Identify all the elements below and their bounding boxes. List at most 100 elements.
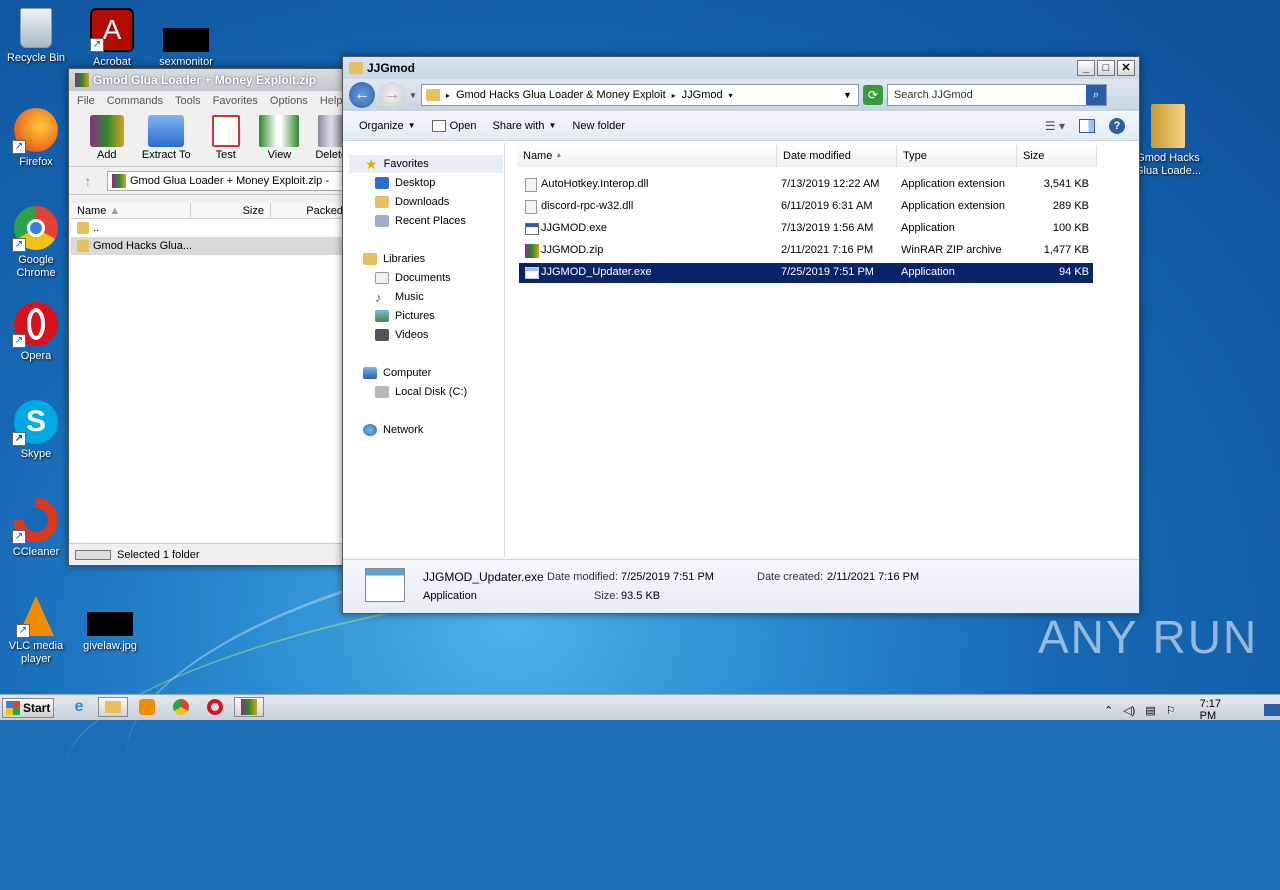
list-item[interactable]: Gmod Hacks Glua... — [71, 237, 347, 255]
add-button[interactable]: Add — [87, 115, 127, 166]
open-button[interactable]: Open — [424, 114, 485, 138]
show-hidden-icons-icon[interactable]: ⌃ — [1104, 704, 1113, 717]
view-button[interactable]: View — [259, 115, 300, 166]
nav-computer[interactable]: Computer — [363, 364, 431, 382]
command-bar: Organize ▼ Open Share with ▼ New folder ☰ … — [343, 111, 1139, 141]
nav-libraries[interactable]: Libraries — [363, 250, 425, 268]
column-name[interactable]: Name ▲ — [71, 203, 191, 218]
folder-icon — [349, 62, 363, 74]
desktop-icon-label: givelaw.jpg — [83, 640, 137, 652]
star-icon: ★ — [365, 155, 378, 172]
taskbar-winrar-button[interactable] — [234, 697, 264, 717]
file-row[interactable]: discord-rpc-w32.dll 6/11/2019 6:31 AM Ap… — [519, 197, 1093, 217]
volume-icon[interactable]: ◁) — [1123, 704, 1135, 717]
desktop-icon-ccleaner[interactable]: ↗ CCleaner — [0, 498, 72, 559]
desktop-icon-chrome[interactable]: ↗ Google Chrome — [0, 206, 72, 280]
details-size-value: 93.5 KB — [621, 590, 661, 602]
sort-up-icon: ▲ — [109, 205, 121, 217]
column-packed[interactable]: Packed — [271, 203, 347, 218]
column-name[interactable]: Name ▲ — [517, 145, 777, 167]
file-row[interactable]: JJGMOD.exe 7/13/2019 1:56 AM Application… — [519, 219, 1093, 239]
search-box[interactable]: Search JJGmod ⌕ — [886, 84, 1107, 106]
file-row[interactable]: JJGMOD.zip 2/11/2021 7:16 PM WinRAR ZIP … — [519, 241, 1093, 261]
nav-documents[interactable]: Documents — [375, 269, 451, 287]
file-row-selected[interactable]: JJGMOD_Updater.exe 7/25/2019 7:51 PM App… — [519, 263, 1093, 283]
test-button[interactable]: Test — [206, 115, 246, 166]
winrar-titlebar[interactable]: Gmod Glua Loader + Money Exploit.zip — [69, 69, 349, 91]
nav-videos[interactable]: Videos — [375, 326, 428, 344]
file-row[interactable]: AutoHotkey.Interop.dll 7/13/2019 12:22 A… — [519, 175, 1093, 195]
preview-pane-icon[interactable] — [1079, 118, 1095, 133]
taskbar-explorer-button[interactable] — [98, 697, 128, 717]
breadcrumb-item[interactable]: Gmod Hacks Glua Loader & Money Exploit — [456, 89, 666, 101]
menu-commands[interactable]: Commands — [107, 95, 163, 107]
breadcrumb-item[interactable]: JJGmod — [682, 89, 723, 101]
up-arrow-icon[interactable]: ↑ — [75, 173, 101, 189]
column-date-modified[interactable]: Date modified — [777, 145, 897, 167]
forward-button[interactable]: → — [379, 82, 405, 108]
desktop-icon-gmod-folder[interactable]: Gmod Hacks Glua Loade... — [1128, 104, 1208, 178]
folder-icon — [1151, 104, 1185, 148]
address-dropdown-icon[interactable]: ▼ — [843, 90, 852, 100]
recent-pages-chevron-icon[interactable]: ▼ — [409, 91, 417, 100]
back-button[interactable]: ← — [349, 82, 375, 108]
breadcrumb-separator-icon[interactable]: ▾ — [729, 91, 733, 100]
desktop-icon-acrobat[interactable]: A ↗ Acrobat — [76, 8, 148, 69]
taskbar-chrome-button[interactable] — [166, 697, 196, 717]
desktop-icon-label: Gmod Hacks Glua Loade... — [1134, 152, 1202, 177]
desktop-icon-label: Opera — [20, 350, 52, 362]
nav-recent-places[interactable]: Recent Places — [375, 212, 466, 230]
menu-file[interactable]: File — [77, 95, 95, 107]
menu-options[interactable]: Options — [270, 95, 308, 107]
clock[interactable]: 7:17 PM — [1200, 698, 1241, 722]
help-icon[interactable]: ? — [1109, 117, 1125, 134]
close-button[interactable]: ✕ — [1117, 60, 1135, 76]
menu-tools[interactable]: Tools — [175, 95, 201, 107]
menu-help[interactable]: Help — [320, 95, 343, 107]
nav-local-disk[interactable]: Local Disk (C:) — [375, 383, 467, 401]
list-item[interactable]: .. — [71, 219, 347, 237]
refresh-button[interactable]: ⟳ — [862, 85, 883, 105]
taskbar-ie-button[interactable]: e — [64, 697, 94, 717]
maximize-button[interactable]: □ — [1097, 60, 1115, 76]
minimize-button[interactable]: _ — [1077, 60, 1095, 76]
column-type[interactable]: Type — [897, 145, 1017, 167]
search-icon[interactable]: ⌕ — [1085, 85, 1106, 105]
network-tray-icon[interactable]: ▤ — [1145, 704, 1155, 717]
nav-downloads[interactable]: Downloads — [375, 193, 449, 211]
winrar-file-list: Name ▲ Size Packed .. Gmod Hacks Glua... — [71, 203, 347, 543]
desktop-icon-vlc[interactable]: ↗ VLC media player — [0, 596, 72, 666]
nav-favorites[interactable]: ★ Favorites — [349, 155, 503, 173]
window-title: Gmod Glua Loader + Money Exploit.zip — [93, 73, 317, 87]
desktop-icon-sexmonitor[interactable]: sexmonitor — [150, 8, 222, 69]
explorer-window: JJGmod _ □ ✕ ← → ▼ ▸ Gmod Hacks Glua Loa… — [342, 56, 1140, 614]
taskbar-media-player-button[interactable] — [132, 697, 162, 717]
search-input[interactable]: Search JJGmod — [894, 89, 973, 101]
nav-network[interactable]: Network — [363, 421, 423, 439]
nav-pictures[interactable]: Pictures — [375, 307, 435, 325]
action-center-flag-icon[interactable]: ⚐ — [1166, 704, 1176, 717]
show-desktop-icon[interactable] — [1264, 704, 1280, 716]
file-list-header: Name ▲ Date modified Type Size — [505, 145, 1139, 167]
organize-button[interactable]: Organize ▼ — [351, 114, 424, 138]
new-folder-button[interactable]: New folder — [564, 114, 633, 138]
share-with-button[interactable]: Share with ▼ — [484, 114, 564, 138]
taskbar-opera-button[interactable] — [200, 697, 230, 717]
explorer-titlebar[interactable]: JJGmod _ □ ✕ — [343, 57, 1139, 79]
column-size[interactable]: Size — [1017, 145, 1097, 167]
breadcrumb-separator-icon[interactable]: ▸ — [672, 91, 676, 100]
nav-desktop[interactable]: Desktop — [375, 174, 435, 192]
desktop-icon-opera[interactable]: ↗ Opera — [0, 302, 72, 363]
views-icon[interactable]: ☰ ▾ — [1045, 119, 1065, 133]
extract-to-button[interactable]: Extract To — [141, 115, 192, 166]
column-size[interactable]: Size — [191, 203, 271, 218]
desktop-icon-recycle-bin[interactable]: Recycle Bin — [0, 8, 72, 65]
desktop-icon-skype[interactable]: S ↗ Skype — [0, 400, 72, 461]
start-button[interactable]: Start — [2, 698, 54, 718]
menu-favorites[interactable]: Favorites — [213, 95, 258, 107]
desktop-icon-firefox[interactable]: ↗ Firefox — [0, 108, 72, 169]
desktop-icon-givelaw[interactable]: givelaw.jpg — [74, 612, 146, 653]
nav-music[interactable]: ♪ Music — [375, 288, 424, 306]
address-bar[interactable]: ▸ Gmod Hacks Glua Loader & Money Exploit… — [420, 84, 859, 106]
archive-path-field[interactable]: Gmod Glua Loader + Money Exploit.zip - — [107, 170, 349, 191]
